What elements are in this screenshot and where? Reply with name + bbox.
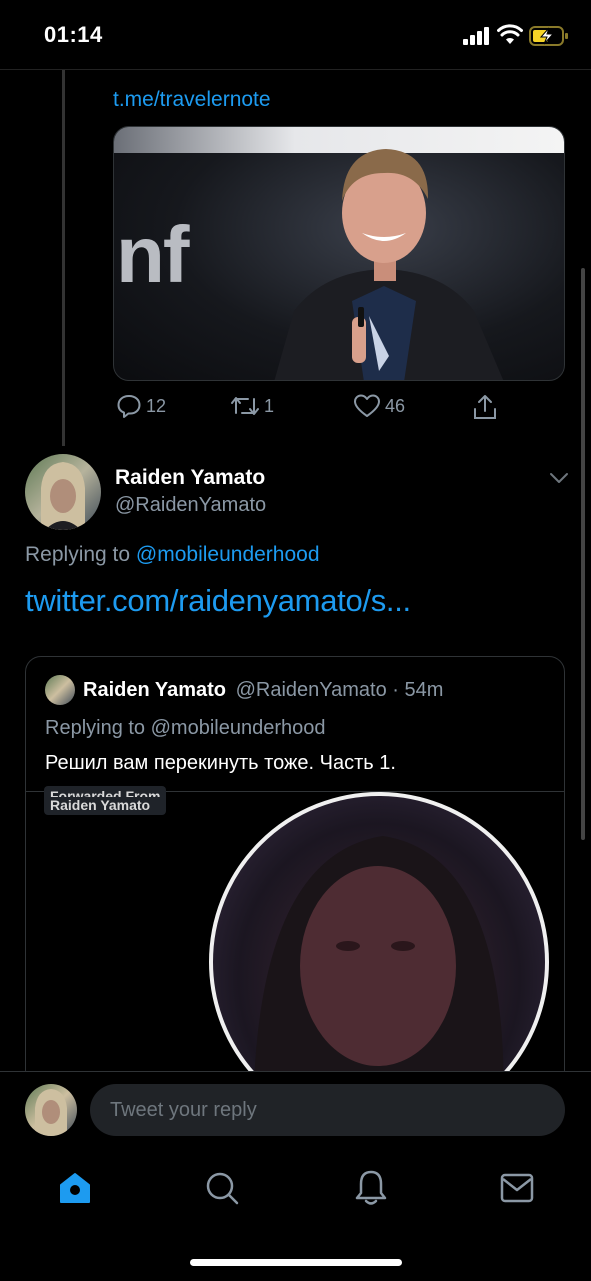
header-divider [0,69,591,70]
like-icon [354,394,380,417]
quoted-avatar [45,675,75,705]
reply-placeholder: Tweet your reply [110,1098,257,1121]
status-time: 01:14 [44,22,103,47]
quoted-text: Решил вам перекинуть тоже. Часть 1. [45,752,396,774]
reply-icon [117,395,141,418]
reply-action[interactable]: 12 [116,393,166,419]
reply-input[interactable]: Tweet your reply [90,1084,565,1136]
home-icon[interactable] [57,1170,93,1206]
avatar[interactable] [25,454,101,530]
avatar-face [41,462,85,530]
retweet-action[interactable]: 1 [230,393,274,419]
tweet-link[interactable]: t.me/travelernote [113,88,271,112]
quoted-replying: Replying to @mobileunderhood [45,717,326,739]
signal-icon [463,27,491,45]
replying-prefix: Replying to [25,543,131,566]
search-icon[interactable] [204,1170,240,1206]
replying-handle-link[interactable]: @mobileunderhood [136,543,320,566]
scrollbar[interactable] [581,268,585,840]
like-count: 46 [385,395,406,416]
notifications-icon[interactable] [353,1168,389,1206]
tweet-body-link[interactable]: twitter.com/raidenyamato/s... [25,583,411,619]
quoted-header: Raiden Yamato @RaidenYamato · 54m [83,679,443,702]
quoted-tweet-card[interactable]: Raiden Yamato @RaidenYamato · 54m Replyi… [25,656,565,1086]
quoted-handle-time: @RaidenYamato · 54m [235,679,444,701]
share-action[interactable] [471,393,499,421]
video-circle [209,792,549,1085]
messages-icon[interactable] [499,1172,535,1204]
reply-avatar [25,1084,77,1136]
like-action[interactable]: 46 [353,393,405,419]
retweet-count: 1 [264,395,275,416]
share-icon [474,395,496,419]
chevron-down-icon[interactable] [548,470,570,486]
reply-count: 12 [146,395,167,416]
quoted-media-video[interactable]: Forwarded From Raiden Yamato [26,786,564,1085]
media-stage-text: nf [116,210,190,299]
author-name[interactable]: Raiden Yamato [115,466,265,490]
video-face [253,836,504,1085]
forwarded-label: Forwarded From Raiden Yamato [44,786,167,815]
wifi-icon [497,24,523,46]
quoted-author-name: Raiden Yamato [83,679,227,701]
reply-avatar-face [35,1089,67,1136]
speaker-figure [274,149,504,380]
tweet-media-photo[interactable]: nf [113,126,565,381]
forwarded-author-text: Raiden Yamato [50,797,151,813]
battery-icon [529,25,569,47]
forwarded-from-text: Forwarded From [50,788,161,797]
replying-to: Replying to @mobileunderhood [25,543,320,567]
author-handle[interactable]: @RaidenYamato [115,494,266,517]
thread-line [62,70,65,446]
retweet-icon [231,397,259,415]
home-indicator[interactable] [190,1259,402,1266]
